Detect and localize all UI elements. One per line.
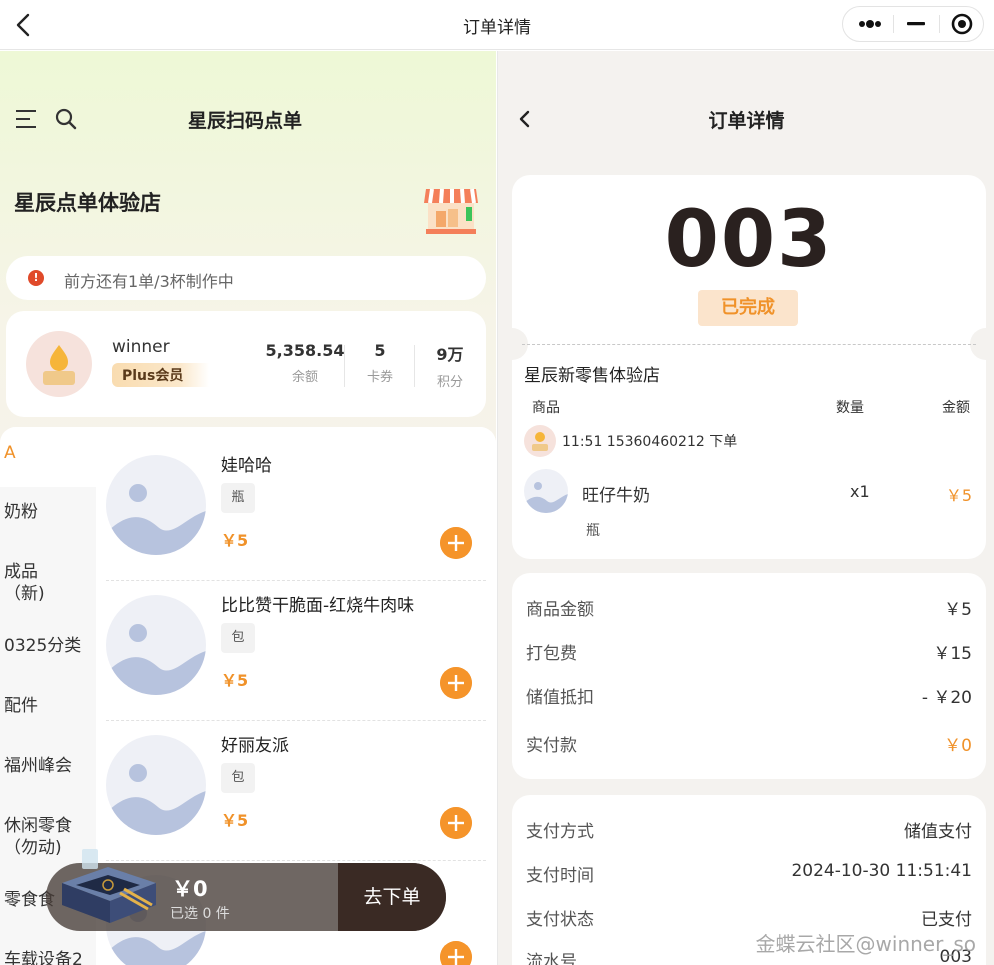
product-name: 娃哈哈 (221, 456, 272, 476)
category-item[interactable]: 奶粉 (0, 501, 96, 523)
product-image-placeholder-icon (106, 455, 206, 555)
add-to-cart-icon[interactable] (440, 807, 472, 839)
column-header-amount: 金额 (942, 400, 970, 416)
more-dots-icon[interactable] (847, 7, 893, 41)
add-to-cart-icon[interactable] (440, 527, 472, 559)
product-unit: 瓶 (221, 483, 255, 513)
avatar (524, 425, 556, 457)
product-image-placeholder-icon (106, 735, 206, 835)
summary-label: 打包费 (526, 644, 577, 664)
product-unit: 包 (221, 763, 255, 793)
category-item[interactable]: 0325分类 (0, 635, 96, 657)
product-price: ￥5 (221, 671, 249, 690)
category-item[interactable]: 成品 （新) (0, 561, 96, 605)
balance-stat[interactable]: 5,358.54 余额 (262, 341, 348, 385)
paid-amount: ￥0 (944, 736, 972, 756)
payment-label: 流水号 (526, 952, 577, 965)
category-item[interactable]: 配件 (0, 695, 96, 717)
member-card[interactable]: winner Plus会员 5,358.54 余额 5 卡券 9万 积分 (6, 311, 486, 417)
item-image-placeholder-icon (524, 469, 568, 513)
mini-program-capsule (842, 6, 984, 42)
order-number: 003 (664, 195, 834, 285)
coupon-label: 卡券 (366, 370, 393, 385)
app-title: 星辰扫码点单 (187, 110, 302, 132)
summary-label: 商品金额 (526, 600, 594, 620)
summary-value: ￥15 (933, 644, 972, 664)
product-unit: 包 (221, 623, 255, 653)
column-header-product: 商品 (532, 400, 560, 416)
payment-value: 已支付 (921, 910, 972, 930)
product-item[interactable]: 比比赞干脆面-红烧牛肉味 包 ￥5 (106, 581, 486, 721)
checkout-button[interactable]: 去下单 (338, 863, 446, 931)
item-unit: 瓶 (586, 523, 600, 539)
order-detail-panel: 订单详情 003 已完成 星辰新零售体验店 商品 数量 金额 11:51 153… (497, 51, 994, 965)
summary-label: 储值抵扣 (526, 688, 594, 708)
summary-label: 实付款 (526, 736, 577, 756)
points-label: 积分 (436, 375, 463, 390)
item-quantity: x1 (850, 482, 870, 501)
points-value: 9万 (436, 345, 464, 364)
payment-row: 支付状态 已支付 (526, 905, 972, 930)
avatar (26, 331, 92, 397)
divider (522, 344, 976, 345)
item-amount: ￥5 (945, 486, 972, 505)
summary-row: 储值抵扣 - ￥20 (526, 683, 972, 708)
member-username: winner (112, 337, 170, 357)
balance-value: 5,358.54 (265, 341, 345, 360)
cart-total: ￥0 (172, 877, 208, 901)
minimize-icon[interactable] (893, 7, 939, 41)
add-to-cart-icon[interactable] (440, 667, 472, 699)
summary-value: - ￥20 (921, 688, 972, 708)
order-detail-title: 订单详情 (708, 110, 785, 132)
add-to-cart-icon[interactable] (440, 941, 472, 965)
product-item[interactable]: 娃哈哈 瓶 ￥5 (106, 441, 486, 581)
summary-row: 实付款 ￥0 (526, 731, 972, 756)
balance-label: 余额 (291, 370, 318, 385)
product-image-placeholder-icon (106, 595, 206, 695)
category-item[interactable]: 车载设备2 (0, 949, 96, 965)
ordering-panel: 星辰扫码点单 星辰点单体验店 ! 前方还有1单/3杯制作中 winner Plu… (0, 51, 496, 965)
payment-label: 支付状态 (526, 910, 594, 930)
cart-selected-count: 已选 0 件 (170, 906, 230, 922)
summary-row: 商品金额 ￥5 (526, 595, 972, 620)
amount-card: 商品金额 ￥5 打包费 ￥15 储值抵扣 - ￥20 实付款 ￥0 (512, 573, 986, 779)
warning-icon: ! (28, 270, 44, 286)
coupon-value: 5 (374, 341, 386, 360)
product-item[interactable]: 好丽友派 包 ￥5 (106, 721, 486, 861)
payment-value: 储值支付 (904, 822, 972, 842)
storefront-icon (424, 188, 478, 234)
cart-box-icon (62, 849, 156, 923)
queue-text: 前方还有1单/3杯制作中 (64, 272, 234, 291)
summary-value: ￥5 (944, 600, 972, 620)
shop-name: 星辰新零售体验店 (524, 366, 660, 386)
cart-bar[interactable]: ￥0 已选 0 件 去下单 (46, 849, 446, 931)
summary-row: 打包费 ￥15 (526, 639, 972, 664)
order-status-badge: 已完成 (698, 290, 798, 326)
queue-notice: ! 前方还有1单/3杯制作中 (6, 256, 486, 300)
close-target-icon[interactable] (939, 7, 985, 41)
payment-value: 2024-10-30 11:51:41 (791, 861, 972, 881)
member-level-badge: Plus会员 (112, 363, 210, 387)
payment-label: 支付时间 (526, 866, 594, 886)
category-item[interactable]: A (0, 427, 96, 487)
payment-label: 支付方式 (526, 822, 594, 842)
window-title-bar: 订单详情 (0, 0, 994, 50)
product-price: ￥5 (221, 531, 249, 550)
product-price: ￥5 (221, 811, 249, 830)
payment-row: 支付方式 储值支付 (526, 817, 972, 842)
watermark: 金蝶云社区@winner_so (755, 932, 976, 956)
order-time: 11:51 15360460212 下单 (562, 434, 738, 450)
product-name: 比比赞干脆面-红烧牛肉味 (221, 596, 415, 616)
item-name: 旺仔牛奶 (582, 486, 650, 506)
product-name: 好丽友派 (221, 736, 289, 756)
category-item[interactable]: 福州峰会 (0, 755, 96, 777)
points-stat[interactable]: 9万 积分 (420, 341, 480, 390)
store-name: 星辰点单体验店 (14, 191, 161, 215)
payment-row: 支付时间 2024-10-30 11:51:41 (526, 861, 972, 886)
order-summary-card: 003 已完成 星辰新零售体验店 商品 数量 金额 11:51 15360460… (498, 175, 994, 559)
column-header-qty: 数量 (836, 400, 864, 416)
coupon-stat[interactable]: 5 卡券 (350, 341, 410, 385)
